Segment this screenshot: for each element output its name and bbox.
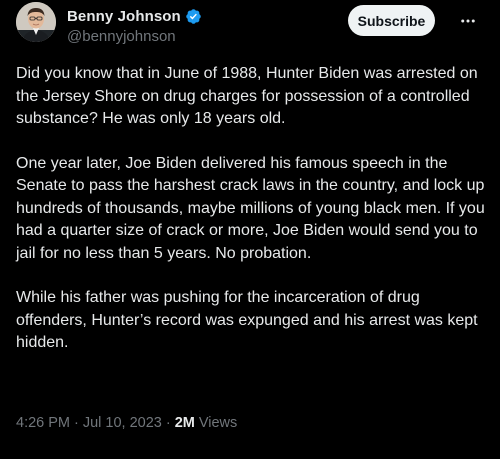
handle[interactable]: @bennyjohnson xyxy=(67,28,202,45)
avatar[interactable] xyxy=(16,2,56,42)
subscribe-button[interactable]: Subscribe xyxy=(348,5,435,36)
tweet-paragraph: While his father was pushing for the inc… xyxy=(16,289,478,351)
tweet-paragraph: Did you know that in June of 1988, Hunte… xyxy=(16,65,478,127)
separator: · xyxy=(165,415,171,431)
verified-badge-icon xyxy=(185,8,202,25)
name-row: Benny Johnson xyxy=(67,6,202,26)
display-name[interactable]: Benny Johnson xyxy=(67,8,181,25)
views-label: Views xyxy=(198,415,238,431)
tweet-paragraph: One year later, Joe Biden delivered his … xyxy=(16,154,485,262)
views-count[interactable]: 2M xyxy=(175,415,195,431)
tweet-date[interactable]: Jul 10, 2023 xyxy=(83,415,162,431)
tweet-metadata: 4:26 PM · Jul 10, 2023 · 2M Views xyxy=(16,415,237,431)
tweet-time[interactable]: 4:26 PM xyxy=(16,415,70,431)
separator: · xyxy=(74,415,79,431)
more-options-button[interactable] xyxy=(456,9,480,33)
more-horizontal-icon xyxy=(461,19,475,23)
tweet: Benny Johnson @bennyjohnson Subscribe Di… xyxy=(0,0,500,459)
author-block: Benny Johnson @bennyjohnson xyxy=(67,6,202,45)
tweet-text: Did you know that in June of 1988, Hunte… xyxy=(16,63,486,377)
